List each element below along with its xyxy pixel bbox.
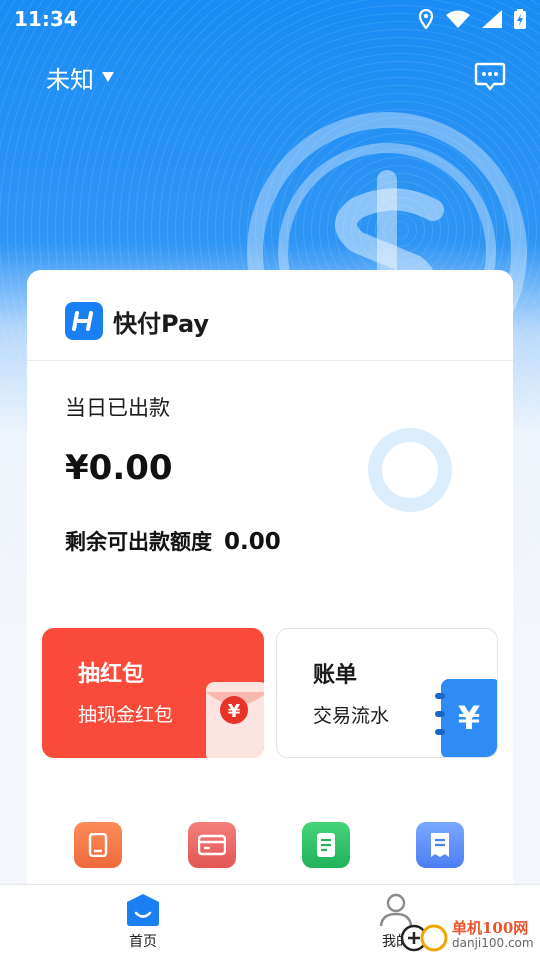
watermark: 单机100网 danji100.com: [400, 916, 534, 954]
ring-decoration: [368, 428, 452, 512]
home-icon: [127, 894, 159, 926]
brand: 快付Pay: [65, 302, 209, 340]
red-packet-subtitle: 抽现金红包: [78, 704, 174, 726]
watermark-logo-icon: [400, 924, 448, 952]
red-packet-tile[interactable]: 抽红包 抽现金红包 ¥: [42, 628, 264, 758]
svg-text:¥: ¥: [458, 699, 480, 737]
bill-tile[interactable]: 账单 交易流水 ¥: [276, 628, 498, 758]
tab-home[interactable]: 首页: [83, 893, 203, 951]
red-packet-title: 抽红包: [78, 662, 145, 687]
signal-icon: [482, 10, 502, 28]
brand-logo-icon: [65, 302, 103, 340]
quick-action-document[interactable]: [302, 822, 350, 868]
today-paid-amount: ¥0.00: [65, 448, 173, 488]
tab-home-label: 首页: [129, 934, 157, 950]
caret-down-icon: [102, 72, 114, 82]
svg-text:¥: ¥: [228, 701, 241, 722]
wifi-icon: [446, 10, 470, 28]
receipt-icon: [431, 833, 449, 857]
ledger-icon: ¥: [435, 679, 497, 757]
location-icon: [418, 9, 434, 29]
card-icon: [198, 834, 226, 856]
today-paid-label: 当日已出款: [65, 396, 170, 420]
quota-label: 剩余可出款额度: [65, 530, 212, 554]
tablet-icon: [88, 833, 108, 857]
status-time: 11:34: [14, 7, 78, 31]
red-envelope-icon: ¥: [206, 682, 264, 758]
battery-icon: [514, 9, 526, 29]
watermark-name: 单机100网: [452, 918, 529, 937]
location-selector[interactable]: 未知: [46, 60, 474, 95]
watermark-url: danji100.com: [452, 935, 534, 950]
quota-value: 0.00: [224, 529, 281, 555]
quick-action-receipt[interactable]: [416, 822, 464, 868]
top-bar: 未知: [0, 52, 540, 102]
location-label: 未知: [46, 65, 94, 94]
quick-action-tablet[interactable]: [74, 822, 122, 868]
status-bar: 11:34: [0, 0, 540, 38]
brand-name: 快付Pay: [113, 309, 210, 338]
bill-subtitle: 交易流水: [313, 705, 390, 727]
remaining-quota: 剩余可出款额度 0.00: [65, 526, 281, 556]
document-icon: [317, 833, 335, 857]
message-icon[interactable]: [474, 62, 506, 92]
quick-action-card[interactable]: [188, 822, 236, 868]
bill-title: 账单: [313, 663, 358, 688]
divider: [27, 360, 513, 361]
